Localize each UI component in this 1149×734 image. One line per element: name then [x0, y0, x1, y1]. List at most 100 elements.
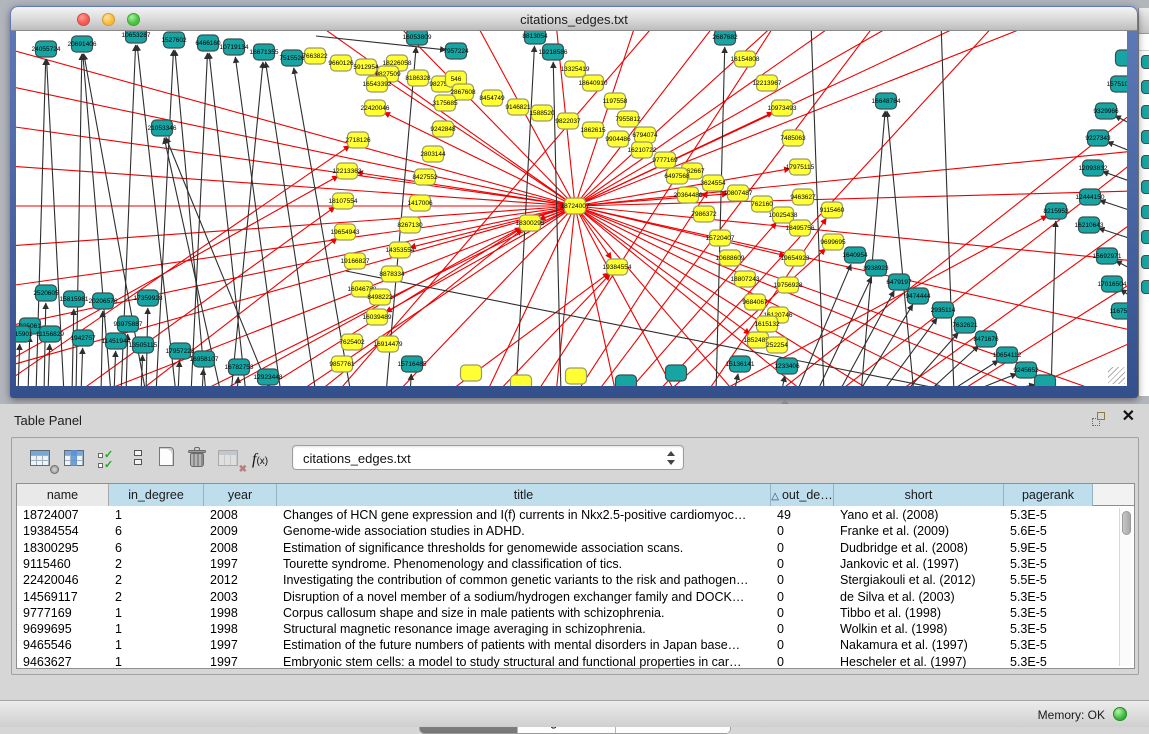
network-edge[interactable] — [48, 344, 50, 386]
network-edge[interactable] — [887, 111, 914, 386]
network-edge[interactable] — [984, 385, 1035, 386]
background-window-sliver[interactable] — [1138, 8, 1149, 396]
table-cell: Hescheler et al. (1997) — [834, 654, 1004, 669]
scrollbar-thumb[interactable] — [1122, 511, 1131, 535]
column-header-year[interactable]: year — [204, 484, 277, 506]
table-row[interactable]: 1938455462009Genome-wide association stu… — [17, 523, 1134, 539]
node-label: 9822037 — [555, 118, 581, 125]
select-attributes-icon[interactable]: ✓✓ — [98, 450, 124, 476]
resize-grip-icon[interactable] — [1108, 367, 1125, 384]
column-header-out_de[interactable]: △out_de… — [771, 484, 834, 506]
network-edge[interactable] — [575, 206, 1106, 386]
column-header-short[interactable]: short — [834, 484, 1004, 506]
node-label: 546 — [451, 76, 462, 83]
column-header-name[interactable]: name — [17, 484, 109, 506]
network-edge[interactable] — [28, 336, 30, 386]
network-node[interactable] — [616, 375, 637, 386]
table-cell: 0 — [771, 605, 834, 621]
network-edge[interactable] — [575, 206, 676, 386]
network-edge[interactable] — [16, 206, 575, 366]
table-cell: de Silva et al. (2003) — [834, 589, 1004, 605]
network-edge[interactable] — [575, 31, 716, 206]
network-edge[interactable] — [357, 173, 575, 206]
network-edge[interactable] — [1099, 200, 1127, 212]
network-edge[interactable] — [16, 206, 575, 246]
table-row[interactable]: 1456911722003Disruption of a novel membe… — [17, 589, 1134, 605]
table-row[interactable]: 1872400712008Changes of HCN gene express… — [17, 507, 1134, 523]
node-label: 3175685 — [432, 100, 458, 107]
network-edge[interactable] — [16, 206, 575, 286]
network-node[interactable] — [1035, 375, 1056, 386]
network-edge[interactable] — [1115, 116, 1127, 126]
network-node[interactable] — [461, 365, 482, 381]
network-edge[interactable] — [384, 112, 575, 206]
table-row[interactable]: 946554611997Estimation of the future num… — [17, 637, 1134, 653]
window-titlebar[interactable]: citations_edges.txt — [11, 7, 1137, 31]
table-row[interactable]: 977716911998Corpus callosum shape and si… — [17, 605, 1134, 621]
table-selector-dropdown[interactable]: citations_edges.txt — [292, 445, 684, 470]
table-row[interactable]: 946362711997Embryonic stem cells: a mode… — [17, 654, 1134, 669]
select-columns-icon[interactable] — [64, 446, 90, 472]
node-label: 17975115 — [786, 164, 815, 171]
network-node[interactable] — [666, 365, 687, 381]
network-edge[interactable] — [81, 348, 83, 386]
network-node[interactable] — [511, 375, 532, 386]
delete-table-icon[interactable] — [186, 446, 212, 472]
network-edge[interactable] — [44, 303, 46, 386]
table-row[interactable]: 969969511998Structural magnetic resonanc… — [17, 621, 1134, 637]
network-edge[interactable] — [941, 31, 954, 386]
network-edge[interactable] — [202, 369, 203, 386]
node-label: 9146821 — [505, 104, 531, 111]
network-edge[interactable] — [575, 191, 1127, 206]
new-table-icon[interactable] — [156, 446, 182, 472]
network-edge[interactable] — [16, 126, 575, 206]
network-node[interactable] — [1116, 50, 1128, 66]
table-row[interactable]: 2242004622012Investigating the contribut… — [17, 572, 1134, 588]
node-label: 13325419 — [561, 66, 590, 73]
network-edge[interactable] — [16, 176, 338, 361]
table-cell: 14569117 — [17, 589, 109, 605]
network-edge[interactable] — [1116, 261, 1127, 271]
delete-column-icon-disabled[interactable]: ✖ — [218, 446, 244, 472]
table-row[interactable]: 1830029562008Estimation of significance … — [17, 540, 1134, 556]
network-edge[interactable] — [156, 50, 173, 386]
network-edge[interactable] — [137, 45, 176, 386]
row-height-icon[interactable] — [128, 446, 154, 472]
node-label: 6794074 — [632, 132, 658, 139]
network-edge[interactable] — [1051, 221, 1056, 386]
node-label: 1588520 — [529, 110, 555, 117]
float-panel-icon[interactable] — [1092, 412, 1107, 427]
network-edge[interactable] — [1107, 142, 1127, 153]
network-edge[interactable] — [575, 31, 1036, 206]
network-edge[interactable] — [175, 50, 206, 386]
network-edge[interactable] — [209, 53, 246, 386]
network-edge[interactable] — [716, 47, 725, 386]
gear-glyph — [50, 465, 59, 474]
node-label: 10719134 — [220, 44, 249, 51]
node-label: 1640954 — [842, 252, 868, 259]
network-edge[interactable] — [18, 344, 20, 386]
column-header-pagerank[interactable]: pagerank — [1004, 484, 1093, 506]
column-header-title[interactable]: title — [277, 484, 771, 506]
up-arrow-glyph — [667, 451, 675, 456]
function-builder-icon[interactable]: f(x) — [252, 446, 278, 472]
table-settings-icon[interactable] — [30, 446, 56, 472]
network-edge[interactable] — [781, 376, 785, 386]
network-edge[interactable] — [486, 206, 575, 386]
network-edge[interactable] — [114, 351, 116, 386]
network-edge[interactable] — [410, 374, 411, 386]
network-edge[interactable] — [178, 361, 180, 386]
table-cell: 5.3E-5 — [1004, 621, 1093, 637]
node-label: 2718126 — [345, 137, 371, 144]
close-panel-icon[interactable]: ✕ — [1122, 409, 1135, 425]
table-row[interactable]: 911546021997Tourette syndrome. Phenomeno… — [17, 556, 1134, 572]
splitter-handle-icon[interactable] — [781, 399, 789, 404]
network-edge[interactable] — [237, 377, 238, 386]
node-label: 9329966 — [1093, 108, 1119, 115]
network-edge[interactable] — [575, 206, 616, 386]
network-canvas[interactable]: 1872400718300295193845542405572420691406… — [16, 31, 1127, 386]
table-glyph — [218, 450, 238, 466]
network-node[interactable] — [566, 368, 587, 384]
column-header-in_degree[interactable]: in_degree — [109, 484, 204, 506]
vertical-scrollbar[interactable] — [1119, 508, 1132, 666]
